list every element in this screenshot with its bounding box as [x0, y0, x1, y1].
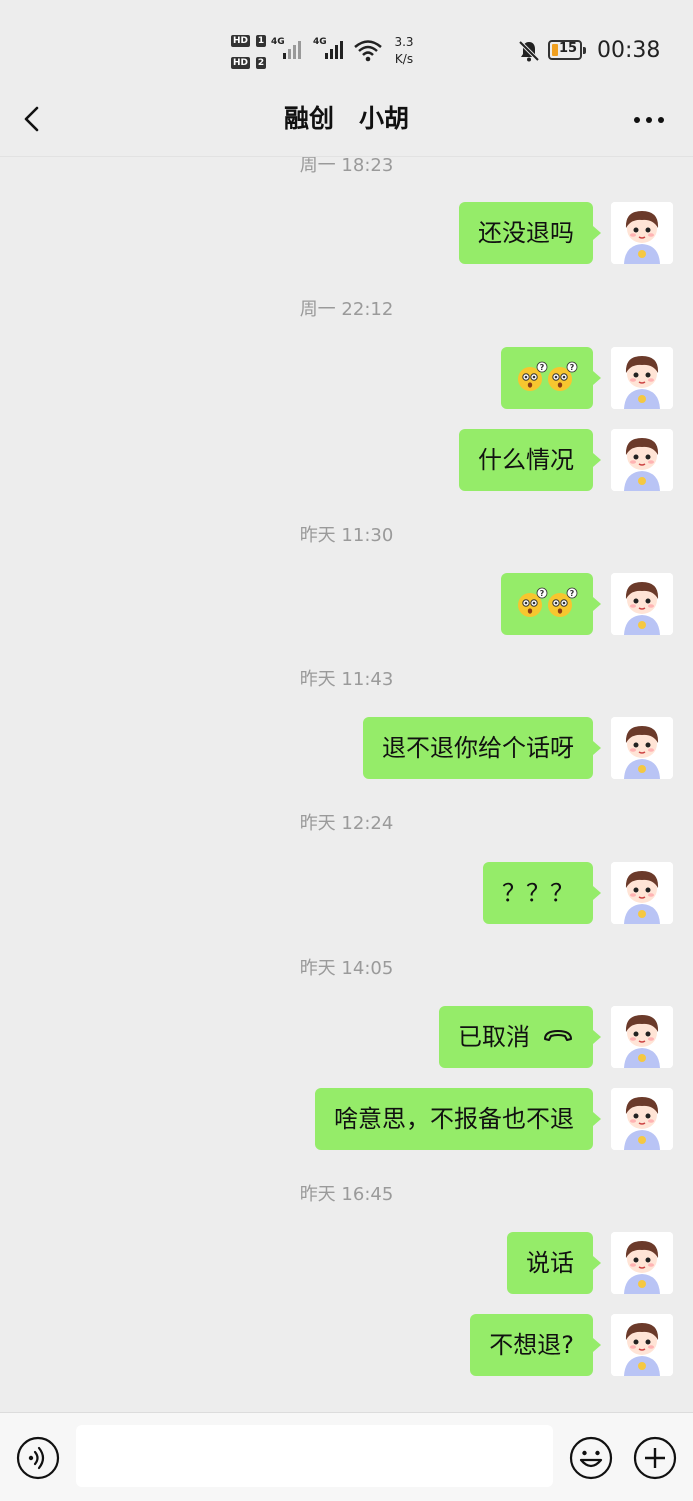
- hd1-badge: HD: [231, 35, 251, 47]
- message-bubble[interactable]: 啥意思，不报备也不退: [315, 1088, 601, 1150]
- battery-level: 15: [559, 41, 578, 56]
- message-bubble[interactable]: 退不退你给个话呀: [363, 717, 601, 779]
- avatar[interactable]: [611, 347, 673, 409]
- message-row: ？？？: [0, 862, 693, 926]
- message-row: ? ?: [0, 573, 693, 637]
- avatar[interactable]: [611, 1006, 673, 1068]
- timestamp: 昨天 14:05: [299, 958, 394, 979]
- timestamp: 昨天 11:43: [299, 669, 394, 690]
- avatar[interactable]: [611, 202, 673, 264]
- avatar[interactable]: [611, 573, 673, 635]
- message-bubble[interactable]: 说话: [507, 1232, 601, 1294]
- avatar-icon: [611, 862, 673, 924]
- sim2-number: 2: [255, 57, 267, 69]
- avatar-icon: [611, 347, 673, 409]
- network-type-1: 4G: [271, 37, 285, 47]
- sim1-number: 1: [255, 35, 267, 47]
- timestamp: 周一 22:12: [299, 299, 394, 320]
- wifi-icon: [354, 40, 382, 62]
- avatar-icon: [611, 717, 673, 779]
- message-row: 啥意思，不报备也不退: [0, 1088, 693, 1152]
- input-bar: [0, 1412, 693, 1501]
- avatar[interactable]: [611, 862, 673, 924]
- avatar-icon: [611, 1314, 673, 1376]
- message-row: 还没退吗: [0, 202, 693, 266]
- timestamp: 周一 18:23: [299, 157, 394, 176]
- call-bubble[interactable]: 已取消: [439, 1006, 601, 1068]
- message-row: 什么情况: [0, 429, 693, 493]
- confused-emoji-icon: ?: [548, 587, 578, 617]
- message-bubble[interactable]: 还没退吗: [459, 202, 601, 264]
- message-row: 退不退你给个话呀: [0, 717, 693, 781]
- avatar[interactable]: [611, 717, 673, 779]
- avatar[interactable]: [611, 1314, 673, 1376]
- network-type-2: 4G: [313, 37, 327, 47]
- call-status: 已取消: [458, 1023, 530, 1051]
- svg-text:?: ?: [540, 363, 545, 372]
- speed-value: 3.3: [394, 35, 414, 49]
- message-bubble[interactable]: 不想退?: [470, 1314, 601, 1376]
- status-bar: HD 1 HD 2 4G 4G 3.3 K/s 15 00:38: [0, 0, 693, 100]
- message-input[interactable]: [76, 1425, 553, 1487]
- speed-unit: K/s: [394, 52, 414, 66]
- battery-icon: 15: [548, 40, 586, 60]
- network-speed: 3.3 K/s: [389, 34, 419, 68]
- avatar-icon: [611, 429, 673, 491]
- sim2-indicator: HD 2: [231, 56, 267, 69]
- confused-emoji-icon: ?: [518, 361, 548, 391]
- avatar-icon: [611, 1006, 673, 1068]
- chat-title: 融创 小胡: [283, 104, 409, 133]
- avatar-icon: [611, 202, 673, 264]
- avatar[interactable]: [611, 1232, 673, 1294]
- message-bubble[interactable]: ？？？: [483, 862, 601, 924]
- message-row: 不想退?: [0, 1314, 693, 1378]
- avatar-icon: [611, 1232, 673, 1294]
- timestamp: 昨天 11:30: [299, 525, 394, 546]
- message-bubble[interactable]: ? ?: [501, 347, 601, 409]
- mute-bell-icon: [518, 40, 540, 62]
- message-row: 已取消: [0, 1006, 693, 1070]
- sim1-indicator: HD 1: [231, 34, 267, 47]
- message-bubble[interactable]: 什么情况: [459, 429, 601, 491]
- message-bubble[interactable]: ? ?: [501, 573, 601, 635]
- plus-icon[interactable]: [633, 1436, 677, 1480]
- message-row: ? ?: [0, 347, 693, 411]
- message-list[interactable]: 周一 18:23 还没退吗 周一 22:12 ? ? 什么情况 昨天 11:30…: [0, 157, 693, 1410]
- clock: 00:38: [597, 38, 661, 63]
- timestamp: 昨天 16:45: [299, 1184, 394, 1205]
- confused-emoji-icon: ?: [518, 587, 548, 617]
- avatar[interactable]: [611, 429, 673, 491]
- hangup-icon: [544, 1030, 572, 1041]
- emoji-icon[interactable]: [569, 1436, 613, 1480]
- svg-text:?: ?: [540, 589, 545, 598]
- avatar[interactable]: [611, 1088, 673, 1150]
- svg-text:?: ?: [570, 363, 575, 372]
- svg-text:?: ?: [570, 589, 575, 598]
- avatar-icon: [611, 1088, 673, 1150]
- hd2-badge: HD: [231, 57, 251, 69]
- chat-header: 融创 小胡: [0, 100, 693, 157]
- timestamp: 昨天 12:24: [299, 813, 394, 834]
- confused-emoji-icon: ?: [548, 361, 578, 391]
- more-dots-icon[interactable]: [633, 116, 665, 124]
- avatar-icon: [611, 573, 673, 635]
- voice-icon[interactable]: [16, 1436, 60, 1480]
- message-row: 说话: [0, 1232, 693, 1296]
